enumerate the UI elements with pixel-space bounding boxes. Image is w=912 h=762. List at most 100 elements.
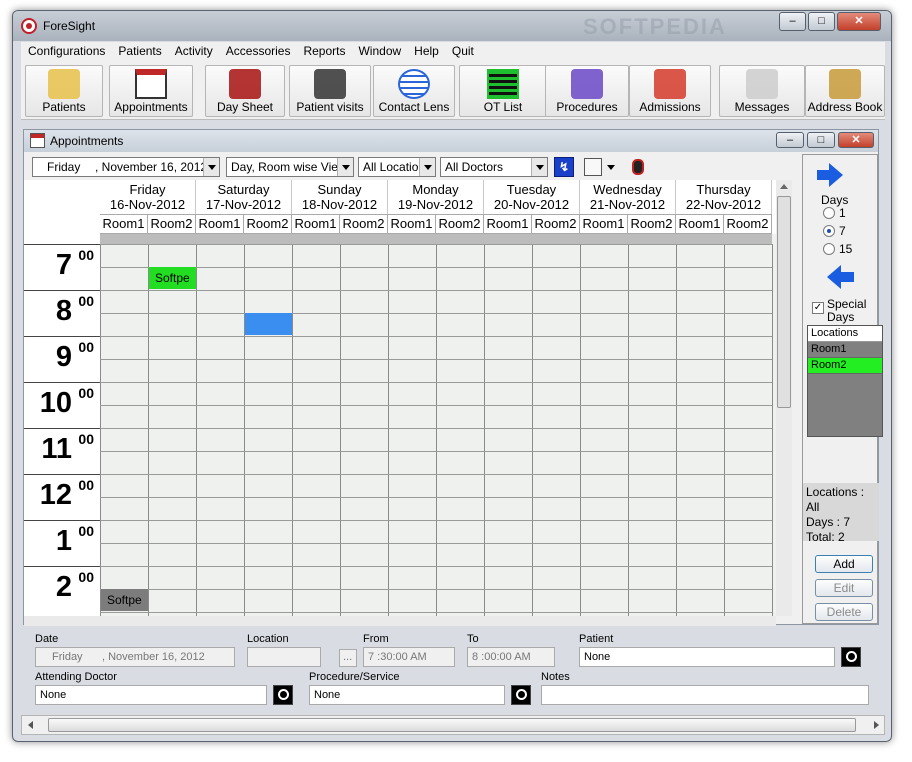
- toolbar-ot-list-button[interactable]: OT List: [459, 65, 547, 117]
- menu-patients[interactable]: Patients: [111, 42, 167, 62]
- toolbar-patients-button[interactable]: Patients: [25, 65, 103, 117]
- appointments-title-bar: Appointments – □ ✕: [24, 130, 878, 152]
- days-radio-1[interactable]: [823, 207, 835, 219]
- location-picker-button[interactable]: ...: [339, 649, 357, 667]
- date-field-day: Friday: [52, 651, 83, 663]
- date-picker-day: Friday: [47, 160, 81, 174]
- appointment-block[interactable]: [245, 313, 292, 335]
- refresh-icon[interactable]: ↯: [554, 157, 574, 177]
- toolbar-address-book-button[interactable]: Address Book: [805, 65, 885, 117]
- date-picker[interactable]: Friday , November 16, 2012: [32, 157, 220, 177]
- prev-arrow-tail[interactable]: [840, 272, 854, 282]
- day-header: Monday 19-Nov-2012: [388, 180, 484, 214]
- column-divider: [436, 244, 437, 616]
- scroll-up-icon[interactable]: [780, 184, 788, 189]
- hour-number: 7: [55, 249, 72, 281]
- toolbar-messages-button[interactable]: Messages: [719, 65, 805, 117]
- next-arrow-tail[interactable]: [817, 170, 830, 180]
- previous-period-arrow-icon[interactable]: [827, 265, 841, 289]
- maximize-button[interactable]: □: [808, 12, 835, 31]
- attending-doctor-field[interactable]: None: [35, 685, 267, 705]
- time-slot-grid[interactable]: Softpe Softpe: [100, 234, 776, 616]
- to-time-field[interactable]: 8 :00:00 AM: [467, 647, 555, 667]
- location-item-room2[interactable]: Room2: [808, 358, 882, 374]
- procedure-field[interactable]: None: [309, 685, 505, 705]
- patient-search-icon[interactable]: [841, 647, 861, 667]
- slot-divider: [100, 451, 772, 452]
- chevron-down-icon[interactable]: [419, 158, 435, 176]
- close-button[interactable]: ✕: [837, 12, 881, 31]
- slot-divider: [100, 543, 772, 544]
- filter-bar: Friday , November 16, 2012 Day, Room wise…: [24, 154, 784, 178]
- locations-list[interactable]: Locations Room1 Room2: [807, 325, 883, 437]
- chevron-down-icon[interactable]: [607, 165, 615, 170]
- menu-reports[interactable]: Reports: [296, 42, 351, 62]
- special-days-checkbox[interactable]: ✓: [812, 302, 824, 314]
- room-header: Room1: [676, 214, 724, 234]
- vertical-scrollbar[interactable]: [776, 180, 792, 616]
- location-item-room1[interactable]: Room1: [808, 342, 882, 358]
- edit-button[interactable]: Edit: [815, 579, 873, 597]
- room-header: Room1: [292, 214, 340, 234]
- horizontal-scrollbar[interactable]: [24, 616, 776, 626]
- alarm-icon[interactable]: [632, 159, 644, 175]
- hour-label-row: 12 00: [24, 474, 100, 520]
- scroll-thumb[interactable]: [48, 718, 856, 732]
- days-radio-label: 15: [839, 242, 853, 256]
- menu-accessories[interactable]: Accessories: [219, 42, 297, 62]
- bottom-scrollbar[interactable]: [21, 715, 885, 735]
- menu-help[interactable]: Help: [407, 42, 445, 62]
- add-button[interactable]: Add: [815, 555, 873, 573]
- child-minimize-button[interactable]: –: [776, 132, 804, 148]
- delete-button[interactable]: Delete: [815, 603, 873, 621]
- location-select[interactable]: All Locatior: [358, 157, 436, 177]
- child-close-button[interactable]: ✕: [838, 132, 874, 148]
- child-restore-button[interactable]: □: [807, 132, 835, 148]
- view-select[interactable]: Day, Room wise View: [226, 157, 354, 177]
- from-time-field[interactable]: 7 :30:00 AM: [363, 647, 455, 667]
- doctors-select[interactable]: All Doctors: [440, 157, 548, 177]
- notes-field[interactable]: [541, 685, 869, 705]
- scroll-right-icon[interactable]: [874, 721, 879, 729]
- room-header: Room2: [340, 214, 388, 234]
- toolbar-appointments-button[interactable]: Appointments: [109, 65, 193, 117]
- menu-configurations[interactable]: Configurations: [21, 42, 111, 62]
- toolbar-admissions-button[interactable]: Admissions: [629, 65, 711, 117]
- admissions-icon: [654, 69, 686, 99]
- days-label: Days: [821, 193, 849, 207]
- print-icon[interactable]: [584, 158, 602, 176]
- scroll-left-icon[interactable]: [28, 721, 33, 729]
- doctor-search-icon[interactable]: [273, 685, 293, 705]
- toolbar-day-sheet-button[interactable]: Day Sheet: [205, 65, 285, 117]
- minimize-button[interactable]: –: [779, 12, 806, 31]
- all-day-bar: [100, 234, 772, 244]
- chevron-down-icon[interactable]: [531, 158, 547, 176]
- days-radio-15[interactable]: [823, 243, 835, 255]
- window-title: ForeSight: [43, 19, 96, 33]
- toolbar-contact-lens-button[interactable]: Contact Lens: [373, 65, 455, 117]
- appointment-block[interactable]: Softpe: [149, 267, 196, 289]
- appointment-block[interactable]: Softpe: [101, 589, 148, 611]
- date-field[interactable]: Friday , November 16, 2012: [35, 647, 235, 667]
- scroll-thumb[interactable]: [777, 196, 791, 408]
- slot-divider: [100, 244, 772, 245]
- menu-window[interactable]: Window: [351, 42, 407, 62]
- menu-quit[interactable]: Quit: [445, 42, 480, 62]
- days-radio-7[interactable]: [823, 225, 835, 237]
- special-days-label: Special Days: [827, 297, 867, 324]
- next-period-arrow-icon[interactable]: [829, 163, 843, 187]
- menu-activity[interactable]: Activity: [168, 42, 219, 62]
- location-label: Location: [247, 633, 289, 645]
- hour-label-row: 7 00: [24, 244, 100, 290]
- chevron-down-icon[interactable]: [203, 158, 219, 176]
- toolbar-procedures-button[interactable]: Procedures: [545, 65, 629, 117]
- procedure-search-icon[interactable]: [511, 685, 531, 705]
- chevron-down-icon[interactable]: [337, 158, 353, 176]
- toolbar-patient-visits-button[interactable]: Patient visits: [289, 65, 371, 117]
- mdi-client: Appointments – □ ✕ Friday , November 16, …: [21, 123, 885, 713]
- location-field[interactable]: [247, 647, 321, 667]
- day-date: 22-Nov-2012: [685, 197, 762, 212]
- day-date: 19-Nov-2012: [397, 197, 474, 212]
- patient-field[interactable]: None: [579, 647, 835, 667]
- hour-minutes: 00: [78, 385, 94, 401]
